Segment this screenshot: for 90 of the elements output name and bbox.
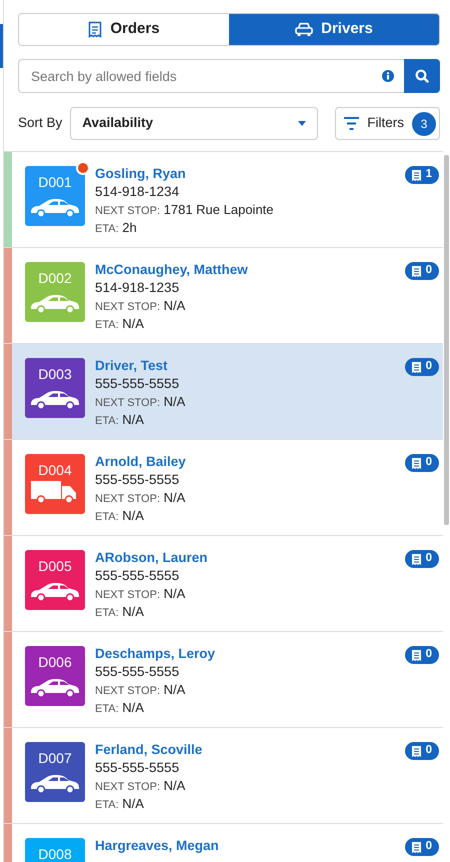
driver-name[interactable]: Hargreaves, Megan	[95, 837, 219, 856]
driver-code: D001	[38, 175, 72, 190]
orders-count-badge: 0	[404, 646, 439, 664]
next-stop-label: NEXT STOP:	[95, 781, 160, 794]
driver-name[interactable]: Driver, Test	[95, 357, 186, 376]
eta-label: ETA:	[95, 223, 119, 236]
driver-name[interactable]: Gosling, Ryan	[95, 165, 274, 184]
receipt-icon	[412, 746, 421, 756]
driver-code: D008	[38, 847, 72, 862]
search-box[interactable]: Search by allowed fields	[18, 59, 404, 93]
receipt-icon	[412, 362, 421, 372]
receipt-icon	[412, 842, 421, 852]
eta-value: N/A	[122, 412, 144, 428]
orders-count-badge: 0	[404, 742, 439, 760]
orders-count-badge: 0	[404, 550, 439, 568]
driver-name[interactable]: Ferland, Scoville	[95, 741, 202, 760]
filter-count-badge: 3	[412, 112, 436, 136]
orders-count-badge: 0	[404, 262, 439, 280]
phone-number: 555-555-5555	[95, 567, 180, 586]
orders-count-badge: 0	[404, 358, 439, 376]
driver-name[interactable]: McConaughey, Matthew	[95, 261, 248, 280]
filters-button[interactable]: Filters 3	[335, 107, 440, 140]
eta-value: N/A	[122, 316, 144, 332]
next-stop-value: N/A	[164, 586, 186, 602]
next-stop-value: N/A	[164, 490, 186, 506]
eta-value: N/A	[122, 796, 144, 812]
next-stop-label: NEXT STOP:	[95, 205, 160, 218]
phone-number: 555-555-5555	[95, 663, 180, 682]
driver-name[interactable]: ARobson, Lauren	[95, 549, 208, 568]
receipt-icon	[412, 554, 421, 564]
eta-label: ETA:	[95, 319, 119, 332]
next-stop-label: NEXT STOP:	[95, 589, 160, 602]
eta-label: ETA:	[95, 607, 119, 620]
receipt-icon	[412, 458, 421, 468]
scrollbar[interactable]	[444, 155, 449, 525]
driver-row[interactable]: D003 Driver, Test 555-555-5555 NEXT STOP: N/A ETA: N/A 0	[4, 344, 443, 440]
driver-row[interactable]: D006 Deschamps, Leroy 555-555-5555 NEXT STOP: N/A ETA: N/A 0	[4, 632, 443, 728]
caret-icon	[298, 121, 306, 126]
eta-label: ETA:	[95, 703, 119, 716]
eta-label: ETA:	[95, 415, 119, 428]
eta-value: 2h	[122, 220, 137, 236]
search-button[interactable]	[404, 59, 440, 93]
phone-number: 555-555-5555	[95, 375, 180, 394]
orders-count-badge: 1	[404, 166, 439, 184]
driver-code: D004	[38, 463, 72, 478]
driver-row[interactable]: D004 Arnold, Bailey 555-555-5555 NEXT STOP: N/A ETA: N/A 0	[4, 440, 443, 536]
info-icon[interactable]	[382, 70, 394, 82]
tab[interactable]: Drivers	[229, 14, 439, 45]
driver-row[interactable]: D002 McConaughey, Matthew 514-918-1235 NEXT STOP: N/A ETA: N/A 0	[4, 248, 443, 344]
car-icon	[295, 22, 314, 37]
search-icon	[415, 69, 429, 83]
driver-code: D003	[38, 367, 72, 382]
next-stop-value: N/A	[164, 682, 186, 698]
driver-code: D005	[38, 559, 72, 574]
filter-icon	[344, 117, 360, 130]
phone-number: 555-555-5555	[95, 471, 180, 490]
next-stop-label: NEXT STOP:	[95, 397, 160, 410]
driver-row[interactable]: D001 Gosling, Ryan 514-918-1234 NEXT STOP: 1781 Rue Lapointe ETA: 2h 1	[4, 152, 443, 248]
receipt-icon	[412, 170, 421, 180]
eta-value: N/A	[122, 604, 144, 620]
driver-code: D006	[38, 655, 72, 670]
phone-number: 514-918-1234	[95, 183, 180, 202]
driver-row[interactable]: D008 Hargreaves, Megan 0	[4, 824, 443, 862]
orders-count-badge: 0	[404, 454, 439, 472]
sort-dropdown[interactable]: Availability	[70, 107, 318, 140]
next-stop-value: N/A	[164, 778, 186, 794]
phone-number: 514-918-1235	[95, 279, 180, 298]
eta-label: ETA:	[95, 799, 119, 812]
eta-value: N/A	[122, 508, 144, 524]
driver-row[interactable]: D005 ARobson, Lauren 555-555-5555 NEXT STOP: N/A ETA: N/A 0	[4, 536, 443, 632]
receipt-icon	[88, 21, 102, 38]
next-stop-label: NEXT STOP:	[95, 493, 160, 506]
next-stop-label: NEXT STOP:	[95, 301, 160, 314]
driver-code: D007	[38, 751, 72, 766]
next-stop-value: 1781 Rue Lapointe	[164, 202, 274, 218]
eta-label: ETA:	[95, 511, 119, 524]
driver-code: D002	[38, 271, 72, 286]
next-stop-value: N/A	[164, 298, 186, 314]
next-stop-label: NEXT STOP:	[95, 685, 160, 698]
sort-label: Sort By	[18, 114, 62, 132]
driver-row[interactable]: D007 Ferland, Scoville 555-555-5555 NEXT STOP: N/A ETA: N/A 0	[4, 728, 443, 824]
eta-value: N/A	[122, 700, 144, 716]
driver-name[interactable]: Arnold, Bailey	[95, 453, 186, 472]
driver-name[interactable]: Deschamps, Leroy	[95, 645, 216, 664]
orders-count-badge: 0	[404, 838, 439, 856]
next-stop-value: N/A	[164, 394, 186, 410]
receipt-icon	[412, 266, 421, 276]
sidebar-indicator	[0, 24, 3, 68]
phone-number: 555-555-5555	[95, 759, 180, 778]
receipt-icon	[412, 650, 421, 660]
